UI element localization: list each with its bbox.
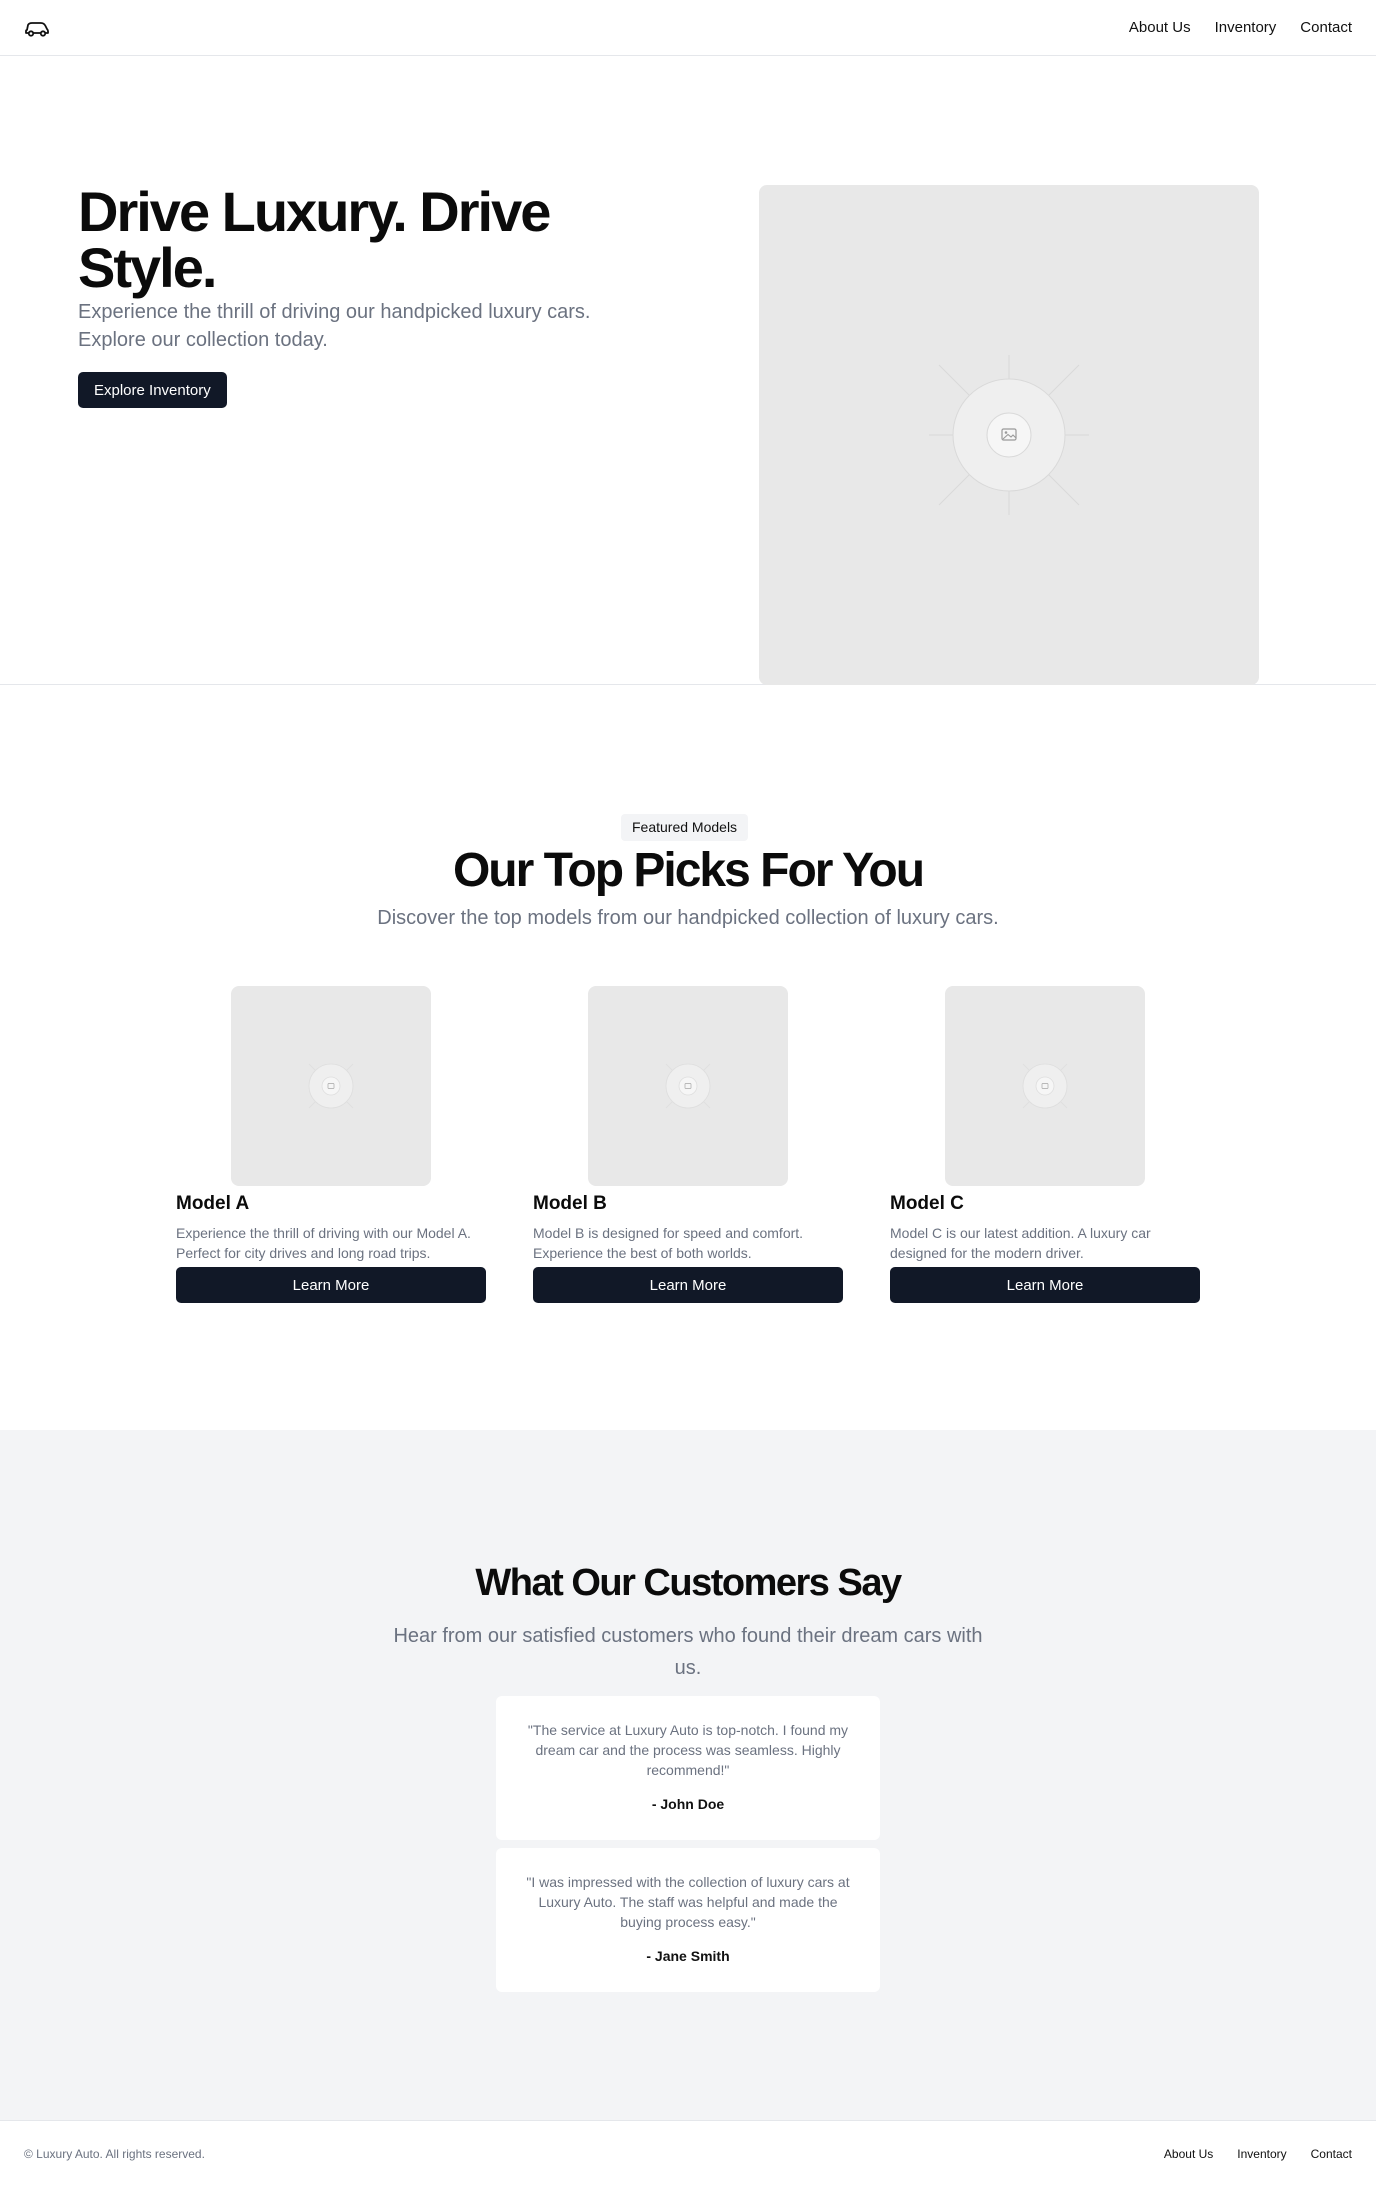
hero-title: Drive Luxury. Drive Style. <box>78 180 551 299</box>
hero-text: Drive Luxury. Drive Style. Experience th… <box>78 184 678 408</box>
model-name: Model C <box>890 1193 964 1214</box>
site-header: About Us Inventory Contact <box>0 0 1376 56</box>
testimonial-quote: "I was impressed with the collection of … <box>526 1874 850 1930</box>
featured-badge: Featured Models <box>621 814 749 841</box>
learn-more-button[interactable]: Learn More <box>533 1267 843 1303</box>
testimonial-author: - John Doe <box>651 1796 725 1812</box>
model-name: Model B <box>533 1193 607 1214</box>
main-nav: About Us Inventory Contact <box>1129 19 1352 36</box>
model-card: Model A Experience the thrill of driving… <box>176 986 486 1303</box>
image-placeholder-icon <box>308 1063 354 1109</box>
nav-link-about-us[interactable]: About Us <box>1129 19 1191 36</box>
hero-image-placeholder <box>759 185 1259 685</box>
model-card: Model B Model B is designed for speed an… <box>533 986 843 1303</box>
learn-more-button[interactable]: Learn More <box>176 1267 486 1303</box>
car-icon <box>25 21 49 37</box>
footer-nav: About Us Inventory Contact <box>1164 2147 1352 2161</box>
model-image-placeholder <box>231 986 431 1186</box>
model-image-placeholder <box>588 986 788 1186</box>
copyright-text: © Luxury Auto. All rights reserved. <box>24 2146 205 2161</box>
site-footer: © Luxury Auto. All rights reserved. Abou… <box>0 2120 1376 2186</box>
testimonials-section: What Our Customers Say Hear from our sat… <box>0 1430 1376 2121</box>
image-placeholder-icon <box>1022 1063 1068 1109</box>
testimonials-subtitle: Hear from our satisfied customers who fo… <box>393 1625 983 1679</box>
model-name: Model A <box>176 1193 250 1214</box>
model-image-placeholder <box>945 986 1145 1186</box>
footer-link-contact[interactable]: Contact <box>1311 2147 1352 2161</box>
testimonials-title: What Our Customers Say <box>475 1562 902 1604</box>
testimonial-quote: "The service at Luxury Auto is top-notch… <box>527 1722 849 1778</box>
testimonial-card: "I was impressed with the collection of … <box>496 1848 880 1992</box>
model-description: Model B is designed for speed and comfor… <box>533 1225 804 1261</box>
model-description: Experience the thrill of driving with ou… <box>176 1225 471 1261</box>
footer-link-inventory[interactable]: Inventory <box>1237 2147 1286 2161</box>
model-card: Model C Model C is our latest addition. … <box>890 986 1200 1303</box>
featured-subtitle: Discover the top models from our handpic… <box>377 907 999 929</box>
testimonial-author: - Jane Smith <box>646 1948 730 1964</box>
nav-link-contact[interactable]: Contact <box>1300 19 1352 36</box>
nav-link-inventory[interactable]: Inventory <box>1215 19 1277 36</box>
explore-inventory-button[interactable]: Explore Inventory <box>78 372 227 408</box>
learn-more-button[interactable]: Learn More <box>890 1267 1200 1303</box>
testimonial-card: "The service at Luxury Auto is top-notch… <box>496 1696 880 1840</box>
hero-section: Drive Luxury. Drive Style. Experience th… <box>0 56 1376 685</box>
hero-subtitle: Experience the thrill of driving our han… <box>78 301 591 351</box>
model-description: Model C is our latest addition. A luxury… <box>890 1225 1151 1261</box>
featured-models-section: Featured Models Our Top Picks For You Di… <box>0 685 1376 1430</box>
image-placeholder-icon <box>665 1063 711 1109</box>
image-placeholder-icon <box>929 355 1089 515</box>
featured-title: Our Top Picks For You <box>452 844 925 897</box>
home-logo-link[interactable] <box>24 19 50 37</box>
footer-link-about-us[interactable]: About Us <box>1164 2147 1213 2161</box>
